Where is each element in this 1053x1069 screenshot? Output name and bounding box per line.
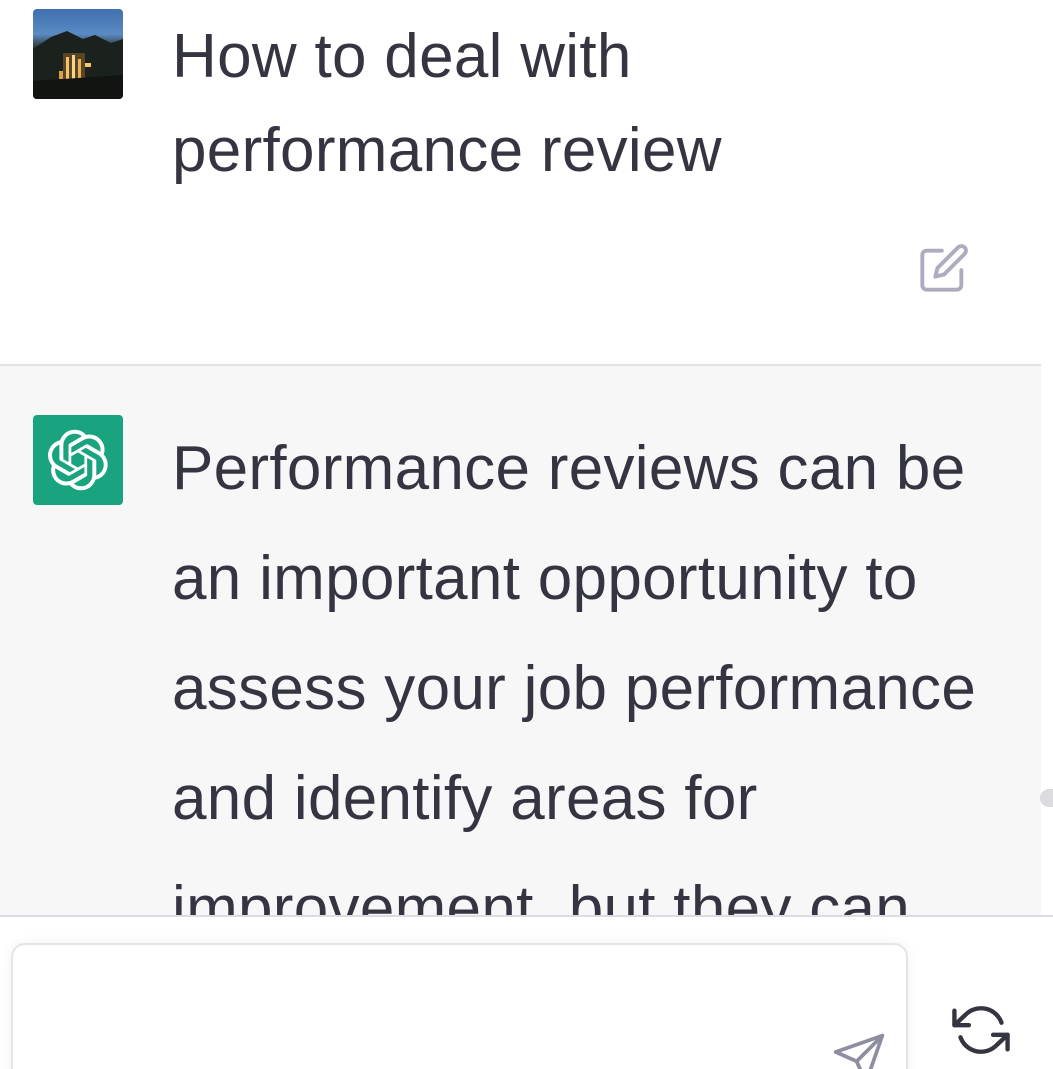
composer xyxy=(0,917,1053,1069)
regenerate-icon xyxy=(952,1006,1010,1054)
edit-icon xyxy=(920,244,968,292)
assistant-message: Performance reviews can be an important … xyxy=(0,366,1041,915)
assistant-message-text: Performance reviews can be an important … xyxy=(172,434,977,915)
assistant-avatar xyxy=(33,415,123,505)
edit-button[interactable] xyxy=(918,242,970,294)
user-avatar xyxy=(33,9,123,99)
regenerate-button[interactable] xyxy=(952,1001,1010,1059)
message-input-box[interactable] xyxy=(11,943,908,1069)
user-message: How to deal with performance review xyxy=(0,0,1053,364)
send-icon xyxy=(833,1033,885,1069)
user-photo-avatar xyxy=(33,31,123,99)
user-message-text: How to deal with performance review xyxy=(172,22,722,185)
message-input[interactable] xyxy=(31,965,791,1035)
send-button[interactable] xyxy=(831,1031,887,1069)
scroll-indicator[interactable] xyxy=(1040,789,1053,807)
openai-logo-icon xyxy=(48,429,108,491)
